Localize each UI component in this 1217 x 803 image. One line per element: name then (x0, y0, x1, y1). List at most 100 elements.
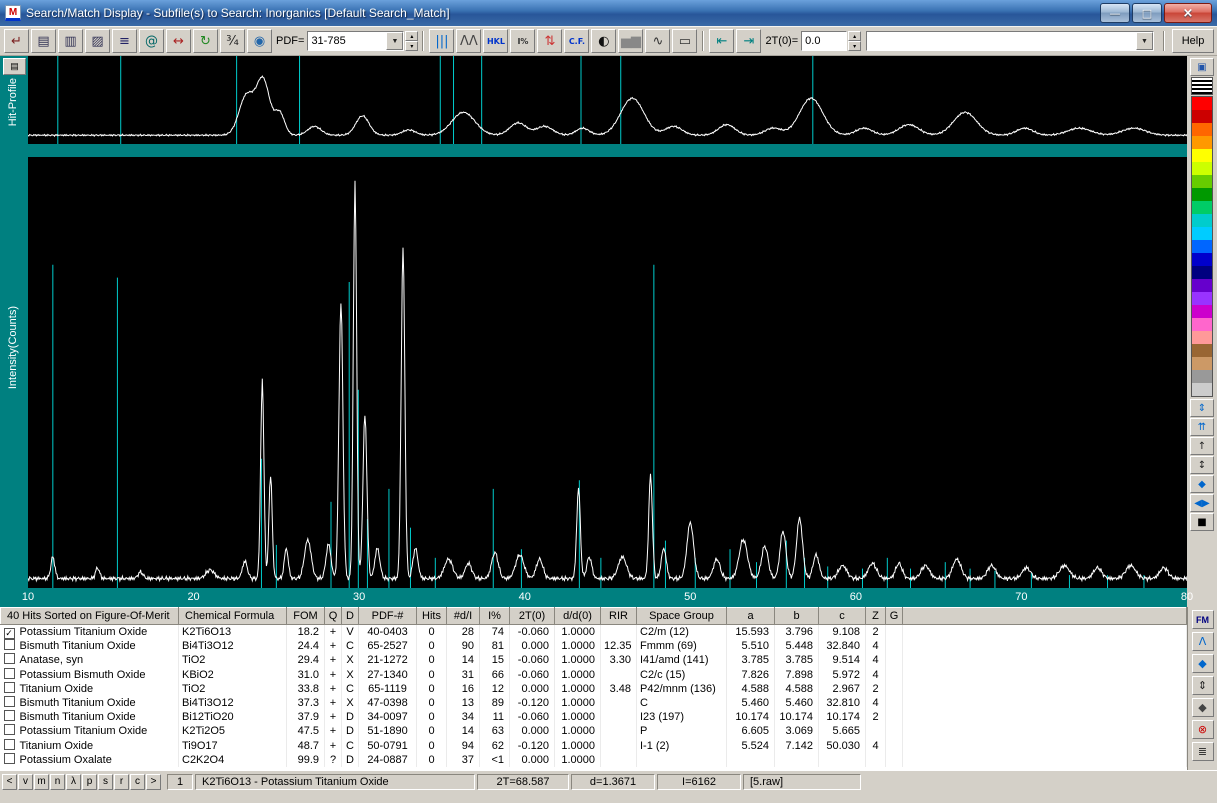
palette-color-swatch[interactable] (1192, 344, 1212, 357)
status-nav-button-r[interactable]: r (114, 773, 129, 790)
palette-color-swatch[interactable] (1192, 136, 1212, 149)
palette-color-swatch[interactable] (1192, 253, 1212, 266)
table-row[interactable]: Bismuth Titanium Oxide Bi12TiO20 37.9 + D 34-… (0, 710, 1187, 725)
column-header[interactable]: D (341, 607, 359, 625)
spin-updown-button[interactable]: ⇕ (1190, 399, 1214, 417)
column-header[interactable]: Space Group (636, 607, 727, 625)
palette-color-swatch[interactable] (1192, 357, 1212, 370)
palette-color-swatch[interactable] (1192, 279, 1212, 292)
print-button[interactable]: ▤ (31, 29, 56, 53)
two-theta-spinner[interactable]: ▴ ▾ (848, 31, 862, 51)
palette-color-swatch[interactable] (1192, 383, 1212, 396)
scroll-horizontal-button[interactable]: ◀▶ (1190, 494, 1214, 512)
row-checkbox[interactable] (3, 681, 15, 693)
refresh-button[interactable]: ↻ (193, 29, 218, 53)
maximize-button[interactable]: □ (1132, 3, 1162, 23)
column-header[interactable]: PDF-# (358, 607, 417, 625)
palette-color-swatch[interactable] (1192, 305, 1212, 318)
intensity-percent-button[interactable]: I% (510, 29, 536, 53)
row-checkbox[interactable] (3, 710, 15, 722)
diamond-button[interactable]: ◆ (1190, 475, 1214, 493)
status-nav-button-x[interactable]: < (2, 773, 17, 790)
row-checkbox[interactable] (3, 639, 15, 651)
column-header[interactable]: Chemical Formula (178, 607, 287, 625)
fm-button[interactable]: FM (1191, 610, 1214, 629)
main-pattern-chart[interactable] (28, 157, 1187, 588)
hit-profile-plot[interactable] (28, 56, 1187, 144)
status-nav-button-p[interactable]: p (82, 773, 97, 790)
zoom-window-button[interactable]: ▣ (1190, 58, 1214, 76)
expand-vertical-button[interactable]: ↕ (1190, 456, 1214, 474)
palette-color-swatch[interactable] (1192, 227, 1212, 240)
chevron-down-icon[interactable]: ▼ (386, 32, 404, 50)
diamond-up-button[interactable]: ◆ (1191, 654, 1214, 673)
column-header[interactable]: 40 Hits Sorted on Figure-Of-Merit (0, 607, 179, 625)
palette-color-swatch[interactable] (1192, 162, 1212, 175)
palette-color-swatch[interactable] (1192, 240, 1212, 253)
diamond-down-button[interactable]: ◆ (1191, 698, 1214, 717)
help-button[interactable]: Help (1172, 29, 1214, 53)
table-row[interactable]: Potassium Bismuth Oxide KBiO2 31.0 + X 27-134… (0, 667, 1187, 682)
column-header[interactable]: Hits (416, 607, 447, 625)
column-header[interactable]: FOM (286, 607, 325, 625)
palette-color-swatch[interactable] (1192, 292, 1212, 305)
row-checkbox[interactable] (3, 724, 15, 736)
black-square-button[interactable]: ■ (1190, 513, 1214, 531)
save-button[interactable]: ▥ (58, 29, 83, 53)
spin-down-icon[interactable]: ▾ (405, 41, 419, 51)
table-row[interactable]: Anatase, syn TiO2 29.4 + X 21-1272 0 14 15 -0.060… (0, 653, 1187, 668)
contrast-button[interactable]: ◐ (591, 29, 617, 53)
palette-color-swatch[interactable] (1192, 175, 1212, 188)
fit-width-button[interactable]: ⇤ (709, 29, 735, 53)
column-header[interactable]: 2T(0) (509, 607, 555, 625)
expand-axis-button[interactable]: ⇥ (736, 29, 762, 53)
exit-button[interactable]: ↵ (4, 29, 29, 53)
column-header[interactable]: Q (324, 607, 342, 625)
hit-profile-chart[interactable] (28, 56, 1187, 144)
report-button[interactable]: ▨ (85, 29, 110, 53)
palette-color-swatch[interactable] (1192, 123, 1212, 136)
web-button[interactable]: @ (139, 29, 164, 53)
row-checkbox[interactable]: ✓ (3, 628, 15, 639)
palette-color-swatch[interactable] (1192, 97, 1212, 110)
main-pattern-plot[interactable] (28, 157, 1187, 588)
status-nav-button-s[interactable]: s (98, 773, 113, 790)
lines-button[interactable]: ≣ (1191, 742, 1214, 761)
column-header[interactable]: Z (865, 607, 886, 625)
swap-button[interactable]: ↔ (166, 29, 191, 53)
grayscale-palette[interactable] (1191, 77, 1213, 95)
palette-color-swatch[interactable] (1192, 201, 1212, 214)
profile-fit-button[interactable]: ∿ (645, 29, 671, 53)
table-row[interactable]: Titanium Oxide Ti9O17 48.7 + C 50-0791 0 94 62 -0… (0, 738, 1187, 753)
list-button[interactable]: ≡ (112, 29, 137, 53)
column-header[interactable]: RIR (600, 607, 637, 625)
row-checkbox[interactable] (3, 738, 15, 750)
status-nav-button-m[interactable]: m (34, 773, 49, 790)
table-row[interactable]: Bismuth Titanium Oxide Bi4Ti3O12 37.3 + X 47-… (0, 696, 1187, 711)
row-checkbox[interactable] (3, 696, 15, 708)
delete-button[interactable]: ⊗ (1191, 720, 1214, 739)
palette-color-swatch[interactable] (1192, 318, 1212, 331)
two-theta-d-button[interactable]: ⇅ (537, 29, 563, 53)
hkl-button[interactable]: HKL (483, 29, 509, 53)
row-checkbox[interactable] (3, 667, 15, 679)
column-header[interactable]: #d/I (446, 607, 480, 625)
column-header[interactable]: I% (479, 607, 510, 625)
status-nav-button-v[interactable]: v (18, 773, 33, 790)
minimize-button[interactable]: — (1100, 3, 1130, 23)
pdf-spinner[interactable]: ▴ ▾ (405, 31, 419, 51)
palette-color-swatch[interactable] (1192, 110, 1212, 123)
status-nav-button-x[interactable]: > (146, 773, 161, 790)
spin-up-icon[interactable]: ▴ (405, 31, 419, 41)
palette-color-swatch[interactable] (1192, 149, 1212, 162)
table-row[interactable]: Potassium Titanium Oxide K2Ti2O5 47.5 + D 51-… (0, 724, 1187, 739)
two-theta-input[interactable] (801, 31, 848, 51)
status-nav-button-n[interactable]: n (50, 773, 65, 790)
column-header[interactable]: b (774, 607, 819, 625)
column-header[interactable]: a (726, 607, 775, 625)
chevron-down-icon[interactable]: ▼ (1136, 32, 1153, 50)
fraction-button[interactable]: ¾ (220, 29, 245, 53)
row-checkbox[interactable] (3, 752, 15, 764)
page-up-button[interactable]: ⇈ (1190, 418, 1214, 436)
row-checkbox[interactable] (3, 653, 15, 665)
